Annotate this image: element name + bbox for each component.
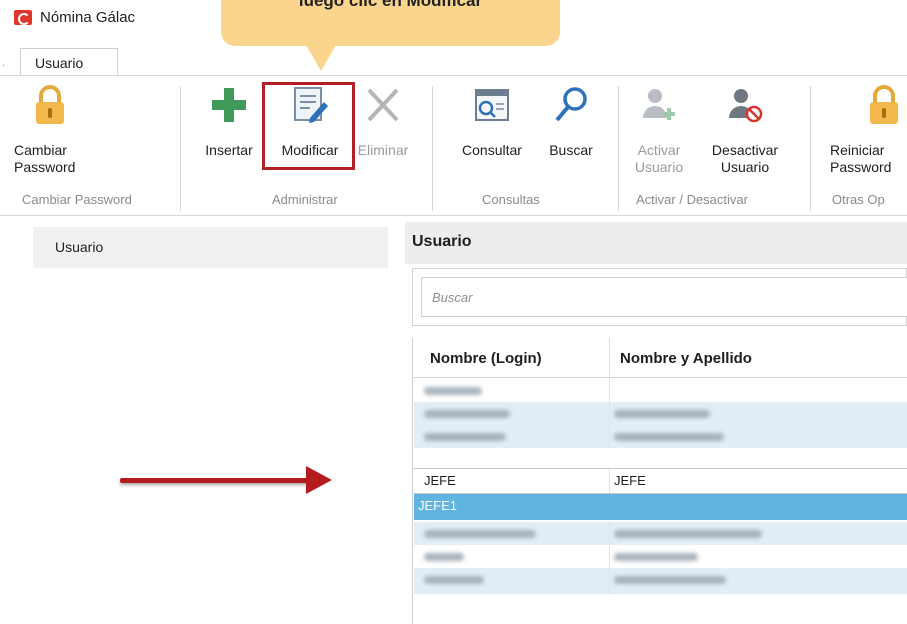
group-label-cambiar-password: Cambiar Password <box>22 192 132 207</box>
reiniciar-label-2: Password <box>830 159 892 175</box>
buscar-button[interactable]: Buscar <box>538 76 604 186</box>
table-row-spacer <box>414 448 907 468</box>
consultar-label: Consultar <box>462 142 522 158</box>
cell-nombre <box>610 522 907 545</box>
cell-login <box>414 425 610 448</box>
window-title: Nómina Gálac <box>40 9 136 26</box>
eliminar-label: Eliminar <box>357 142 409 158</box>
insertar-label: Insertar <box>205 142 253 158</box>
table-row[interactable] <box>414 568 907 594</box>
pointer-arrow-line <box>120 478 312 483</box>
nav-item-usuario[interactable]: Usuario <box>33 227 388 268</box>
column-header-login[interactable]: Nombre (Login) <box>414 338 610 377</box>
cell-login <box>414 379 610 402</box>
cell-nombre <box>610 568 907 594</box>
grid-header: Nombre (Login) Nombre y Apellido <box>414 338 907 378</box>
group-label-activar-desactivar: Activar / Desactivar <box>636 192 748 207</box>
column-header-nombre[interactable]: Nombre y Apellido <box>610 338 907 377</box>
callout-tail <box>306 45 336 71</box>
cell-login <box>414 545 610 568</box>
activar-label-2: Usuario <box>634 159 684 175</box>
table-row[interactable] <box>414 425 907 448</box>
modificar-highlight-box <box>262 82 355 170</box>
lock-icon <box>870 85 898 124</box>
search-input[interactable] <box>421 277 907 317</box>
tab-overflow-marker: . <box>2 58 5 69</box>
cambiar-password-button[interactable]: Cambiar Password <box>14 76 86 186</box>
search-container <box>412 268 907 326</box>
ribbon: Cambiar Password Cambiar Password Insert… <box>0 76 907 216</box>
search-icon <box>555 87 587 122</box>
cell-nombre: JEFE <box>614 473 646 488</box>
group-label-administrar: Administrar <box>272 192 338 207</box>
window-search-icon <box>475 89 509 121</box>
table-row-selected[interactable]: JEFE1 <box>414 494 907 520</box>
cell-login <box>414 522 610 545</box>
plus-icon <box>212 88 246 122</box>
close-x-icon <box>367 88 399 122</box>
eliminar-button[interactable]: Eliminar <box>354 76 412 186</box>
table-row[interactable]: JEFE JEFE <box>414 468 907 494</box>
table-row[interactable] <box>414 545 907 568</box>
user-block-icon <box>729 89 763 123</box>
cell-nombre <box>610 545 907 568</box>
table-row[interactable] <box>414 379 907 402</box>
group-label-consultas: Consultas <box>482 192 540 207</box>
lock-icon <box>36 85 64 124</box>
activar-label-1: Activar <box>637 142 681 158</box>
insertar-button[interactable]: Insertar <box>200 76 258 186</box>
table-row[interactable] <box>414 522 907 545</box>
buscar-label: Buscar <box>549 142 593 158</box>
desactivar-label-2: Usuario <box>720 159 770 175</box>
cell-login <box>414 402 610 425</box>
reiniciar-password-button[interactable]: Reiniciar Password <box>830 76 907 186</box>
reiniciar-label-1: Reiniciar <box>830 142 885 158</box>
desactivar-label-1: Desactivar <box>711 142 779 158</box>
instruction-callout: luego clic en Modificar <box>221 0 560 46</box>
desactivar-usuario-button[interactable]: Desactivar Usuario <box>700 76 790 186</box>
consultar-button[interactable]: Consultar <box>452 76 532 186</box>
panel-title: Usuario <box>405 222 907 264</box>
pointer-arrow-head <box>306 466 332 494</box>
callout-text: luego clic en Modificar <box>298 0 483 10</box>
activar-usuario-button[interactable]: Activar Usuario <box>628 76 690 186</box>
users-grid: Nombre (Login) Nombre y Apellido JEFE JE… <box>412 338 907 624</box>
tab-usuario[interactable]: Usuario <box>20 48 118 76</box>
cambiar-password-label-1: Cambiar <box>14 142 67 158</box>
cell-login: JEFE <box>414 469 610 493</box>
table-row[interactable] <box>414 402 907 425</box>
cell-nombre <box>610 402 907 425</box>
app-logo-icon <box>14 10 32 25</box>
cambiar-password-label-2: Password <box>14 159 76 175</box>
cell-login <box>414 568 610 594</box>
cell-nombre <box>610 494 907 520</box>
cell-nombre <box>610 425 907 448</box>
cell-nombre <box>610 379 907 402</box>
user-add-icon <box>643 89 675 120</box>
cell-login: JEFE1 <box>418 498 458 513</box>
group-label-otras-opciones: Otras Op <box>832 192 885 207</box>
